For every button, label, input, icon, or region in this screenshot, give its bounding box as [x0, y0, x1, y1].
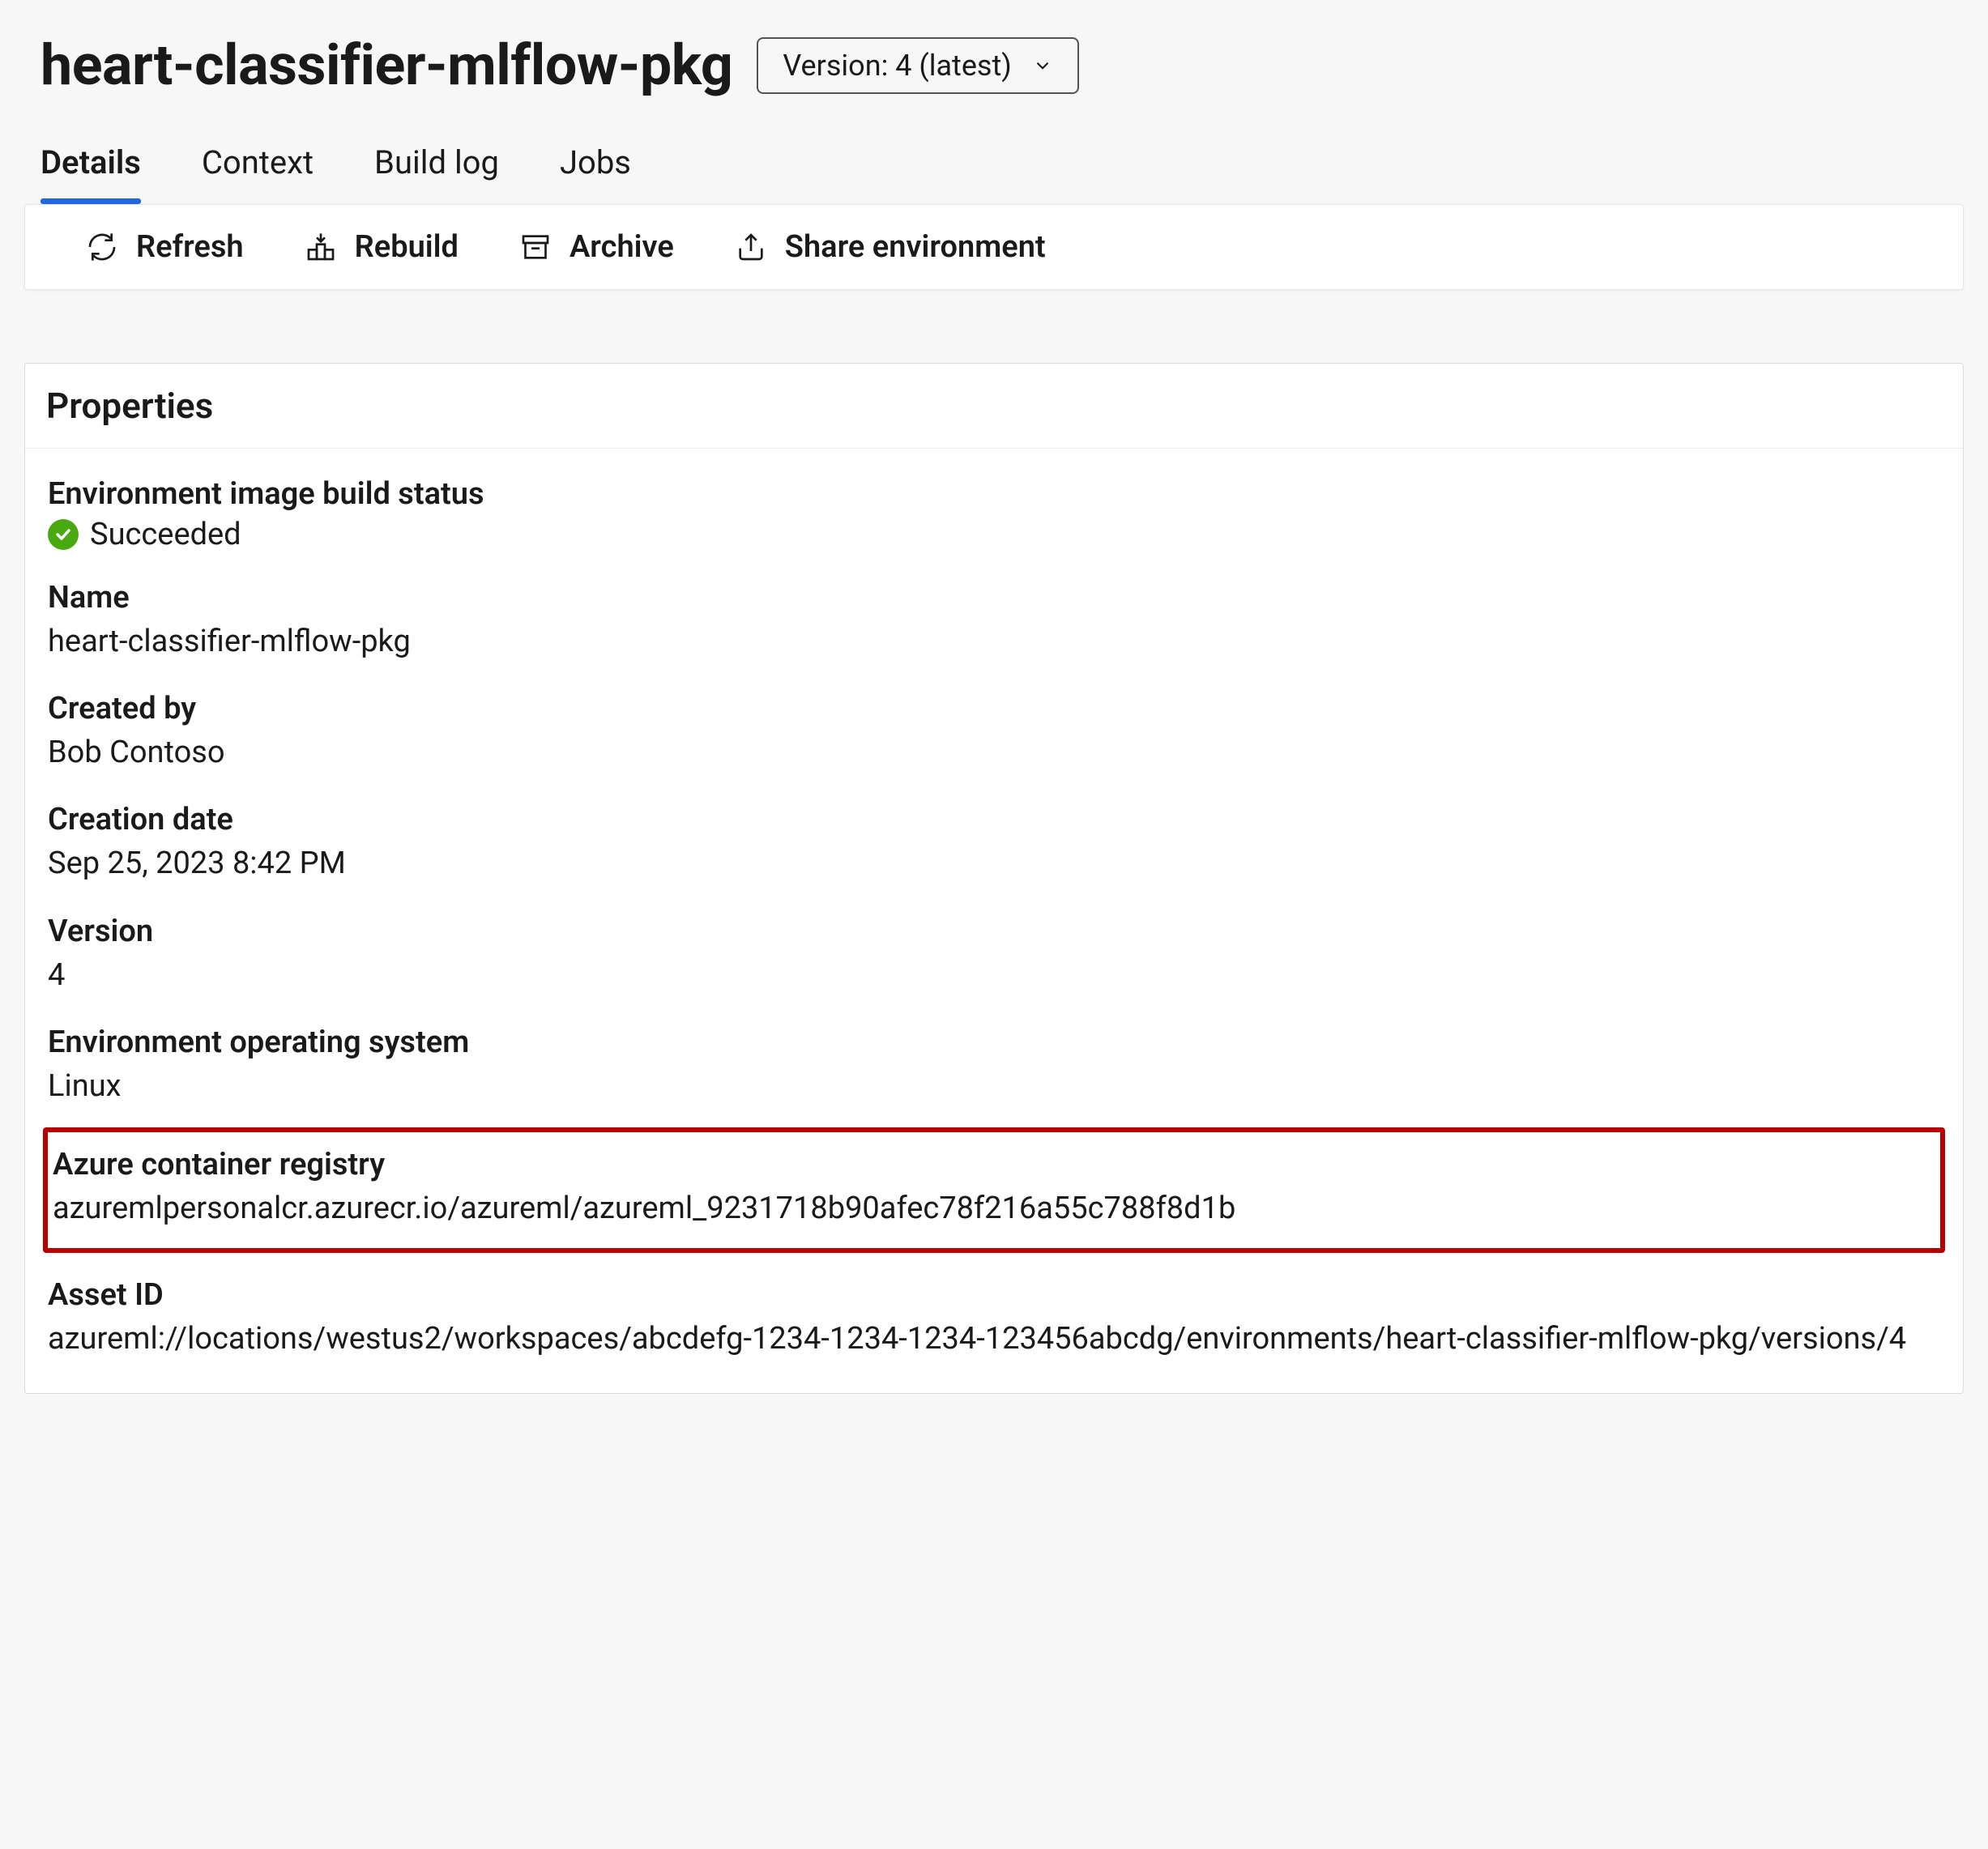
- prop-name: Name heart-classifier-mlflow-pkg: [43, 560, 1945, 671]
- version-dropdown[interactable]: Version: 4 (latest): [757, 37, 1078, 94]
- tab-jobs[interactable]: Jobs: [560, 143, 631, 204]
- prop-acr-highlight: Azure container registry azuremlpersonal…: [43, 1127, 1945, 1253]
- tab-label: Build log: [374, 143, 499, 181]
- tab-details[interactable]: Details: [41, 143, 141, 204]
- properties-card-title: Properties: [25, 364, 1963, 449]
- tab-build-log[interactable]: Build log: [374, 143, 499, 204]
- properties-card-body: Environment image build status Succeeded…: [25, 449, 1963, 1393]
- prop-value: azureml://locations/westus2/workspaces/a…: [48, 1318, 1940, 1361]
- prop-created-by: Created by Bob Contoso: [43, 671, 1945, 782]
- refresh-icon: [86, 231, 118, 263]
- rebuild-icon: [305, 231, 337, 263]
- prop-label: Azure container registry: [53, 1147, 1935, 1182]
- page-title: heart-classifier-mlflow-pkg: [41, 32, 732, 99]
- toolbar: Refresh Rebuild: [24, 204, 1964, 290]
- page-header: heart-classifier-mlflow-pkg Version: 4 (…: [24, 32, 1964, 99]
- tab-label: Context: [202, 143, 314, 181]
- rebuild-button[interactable]: Rebuild: [305, 229, 459, 265]
- chevron-down-icon: [1032, 55, 1053, 76]
- prop-version: Version 4: [43, 894, 1945, 1005]
- prop-label: Environment operating system: [48, 1025, 1940, 1060]
- prop-value: Bob Contoso: [48, 731, 1940, 774]
- prop-label: Version: [48, 914, 1940, 949]
- success-check-icon: [48, 519, 79, 550]
- prop-value: azuremlpersonalcr.azurecr.io/azureml/azu…: [53, 1187, 1935, 1230]
- properties-card: Properties Environment image build statu…: [24, 363, 1964, 1394]
- share-icon: [735, 231, 767, 263]
- refresh-button[interactable]: Refresh: [86, 229, 244, 265]
- tab-context[interactable]: Context: [202, 143, 314, 204]
- prop-value: heart-classifier-mlflow-pkg: [48, 620, 1940, 663]
- prop-label: Creation date: [48, 802, 1940, 837]
- status-value: Succeeded: [90, 517, 241, 552]
- archive-icon: [519, 231, 552, 263]
- rebuild-label: Rebuild: [355, 229, 459, 265]
- status-row: Succeeded: [48, 517, 1940, 552]
- prop-value: Linux: [48, 1065, 1940, 1108]
- tab-bar: Details Context Build log Jobs: [24, 143, 1964, 204]
- version-dropdown-label: Version: 4 (latest): [783, 49, 1011, 83]
- prop-value: Sep 25, 2023 8:42 PM: [48, 842, 1940, 885]
- prop-asset-id: Asset ID azureml://locations/westus2/wor…: [43, 1258, 1945, 1369]
- tab-label: Details: [41, 143, 141, 181]
- prop-label: Created by: [48, 691, 1940, 726]
- tab-label: Jobs: [560, 143, 631, 181]
- share-label: Share environment: [785, 229, 1046, 265]
- prop-os: Environment operating system Linux: [43, 1005, 1945, 1116]
- prop-value: 4: [48, 954, 1940, 997]
- refresh-label: Refresh: [136, 229, 244, 265]
- share-environment-button[interactable]: Share environment: [735, 229, 1046, 265]
- prop-creation-date: Creation date Sep 25, 2023 8:42 PM: [43, 782, 1945, 893]
- archive-button[interactable]: Archive: [519, 229, 674, 265]
- prop-build-status: Environment image build status Succeeded: [43, 457, 1945, 560]
- page-root: heart-classifier-mlflow-pkg Version: 4 (…: [0, 0, 1988, 1849]
- archive-label: Archive: [570, 229, 674, 265]
- prop-label: Environment image build status: [48, 476, 1940, 512]
- prop-label: Asset ID: [48, 1277, 1940, 1313]
- prop-label: Name: [48, 580, 1940, 616]
